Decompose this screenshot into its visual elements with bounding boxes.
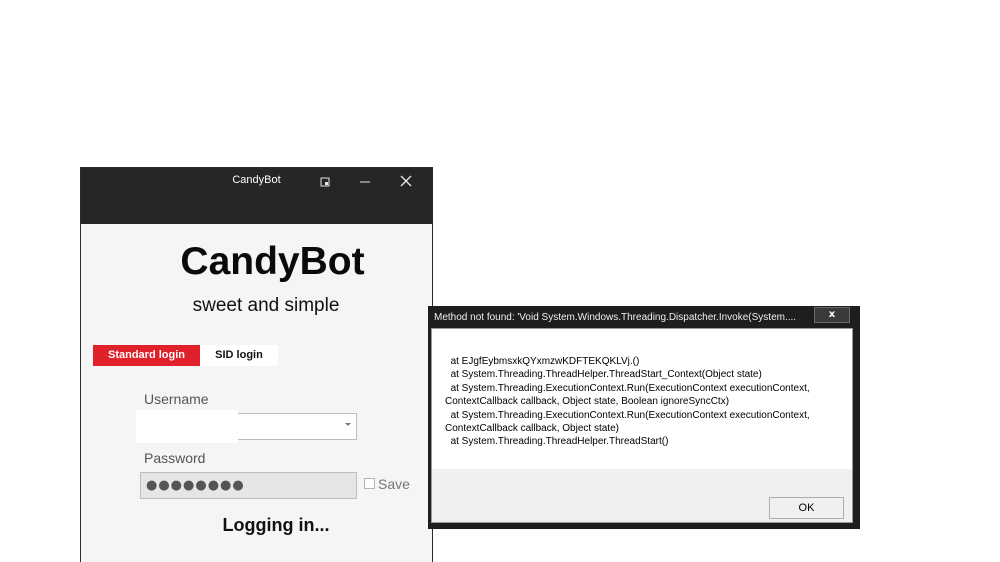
app-tagline: sweet and simple — [192, 295, 340, 316]
tab-sid-login[interactable]: SID login — [200, 345, 278, 366]
password-label: Password — [144, 450, 206, 466]
dialog-message-area: at EJgfEybmsxkQYxmzwKDFTEKQKLVj.() at Sy… — [432, 329, 852, 469]
error-dialog: Method not found: 'Void System.Windows.T… — [428, 306, 860, 529]
close-icon[interactable] — [394, 172, 418, 192]
dialog-frame: at EJgfEybmsxkQYxmzwKDFTEKQKLVj.() at Sy… — [431, 328, 853, 523]
username-redaction — [136, 410, 238, 443]
stack-trace-text: at EJgfEybmsxkQYxmzwKDFTEKQKLVj.() at Sy… — [445, 356, 810, 448]
password-field[interactable]: ●●●●●●●● — [140, 472, 357, 499]
chevron-down-icon[interactable] — [345, 423, 351, 426]
login-status: Logging in... — [222, 515, 330, 535]
title-bar[interactable]: CandyBot — [81, 168, 432, 224]
window-title: CandyBot — [232, 174, 281, 186]
app-brand: CandyBot — [180, 240, 365, 283]
dialog-close-button[interactable]: x — [814, 307, 850, 323]
ok-button[interactable]: OK — [769, 497, 844, 519]
close-icon: x — [828, 309, 836, 320]
restore-icon[interactable] — [313, 172, 337, 192]
candybot-window: CandyBot CandyBot sweet and simple Stand… — [81, 168, 432, 562]
login-panel: CandyBot sweet and simple Standard login… — [81, 224, 432, 562]
dialog-title: Method not found: 'Void System.Windows.T… — [434, 312, 797, 323]
minimize-icon[interactable] — [353, 172, 377, 192]
save-label[interactable]: Save — [378, 476, 410, 492]
dialog-button-area: OK — [432, 469, 852, 522]
save-checkbox[interactable] — [364, 478, 375, 489]
tab-standard-login[interactable]: Standard login — [93, 345, 200, 366]
username-label: Username — [144, 391, 209, 407]
